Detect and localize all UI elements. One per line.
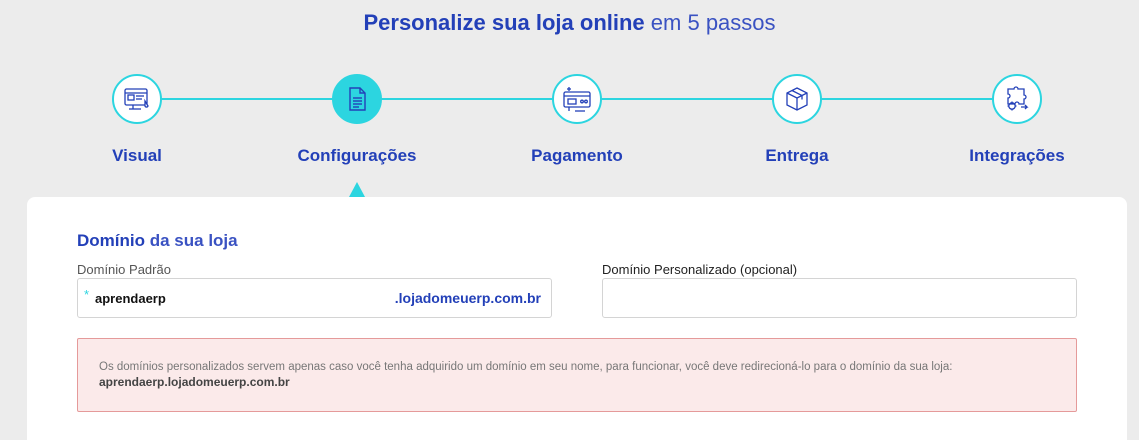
document-icon bbox=[349, 87, 366, 111]
box-icon bbox=[786, 87, 808, 111]
default-domain-field[interactable]: * aprendaerp .lojadomeuerp.com.br bbox=[77, 278, 552, 318]
domain-section-title-light: da sua loja bbox=[149, 231, 238, 250]
step-visual-circle bbox=[112, 74, 162, 124]
page-title-bold: Personalize sua loja online bbox=[363, 10, 645, 35]
step-configuracoes-circle bbox=[332, 74, 382, 124]
step-pagamento-circle bbox=[552, 74, 602, 124]
required-asterisk: * bbox=[84, 287, 90, 302]
puzzle-gear-icon bbox=[1007, 86, 1029, 111]
domain-suffix: .lojadomeuerp.com.br bbox=[394, 290, 541, 306]
step-pagamento[interactable]: Pagamento bbox=[487, 74, 667, 166]
step-integracoes-label: Integrações bbox=[969, 146, 1065, 165]
step-integracoes[interactable]: Integrações bbox=[927, 74, 1107, 166]
step-configuracoes-label: Configurações bbox=[297, 146, 417, 165]
step-visual-label: Visual bbox=[112, 146, 162, 165]
domain-card: Domínio da sua loja Domínio Padrão * apr… bbox=[27, 197, 1127, 440]
page: Personalize sua loja online em 5 passos … bbox=[0, 0, 1139, 440]
subdomain-value: aprendaerp bbox=[95, 291, 166, 306]
domain-alert-message: Os domínios personalizados servem apenas… bbox=[99, 361, 953, 373]
step-entrega-circle bbox=[772, 74, 822, 124]
payment-icon bbox=[563, 87, 591, 112]
step-entrega-label: Entrega bbox=[765, 146, 829, 165]
default-domain-label: Domínio Padrão bbox=[77, 262, 171, 277]
custom-domain-label: Domínio Personalizado (opcional) bbox=[602, 262, 798, 277]
custom-domain-input[interactable] bbox=[602, 278, 1077, 318]
domain-alert-domain: aprendaerp.lojadomeuerp.com.br bbox=[99, 375, 290, 389]
domain-section-title-bold: Domínio bbox=[77, 231, 145, 250]
step-integracoes-circle bbox=[992, 74, 1042, 124]
visual-icon bbox=[124, 88, 149, 110]
page-title: Personalize sua loja online em 5 passos bbox=[0, 10, 1139, 36]
domain-alert: Os domínios personalizados servem apenas… bbox=[77, 338, 1077, 412]
step-pagamento-label: Pagamento bbox=[531, 146, 623, 165]
domain-section-title: Domínio da sua loja bbox=[77, 231, 238, 251]
step-visual[interactable]: Visual bbox=[47, 74, 227, 166]
active-step-pointer bbox=[349, 182, 365, 197]
step-entrega[interactable]: Entrega bbox=[707, 74, 887, 166]
step-configuracoes[interactable]: Configurações bbox=[267, 74, 447, 166]
page-title-light: em 5 passos bbox=[650, 10, 776, 35]
